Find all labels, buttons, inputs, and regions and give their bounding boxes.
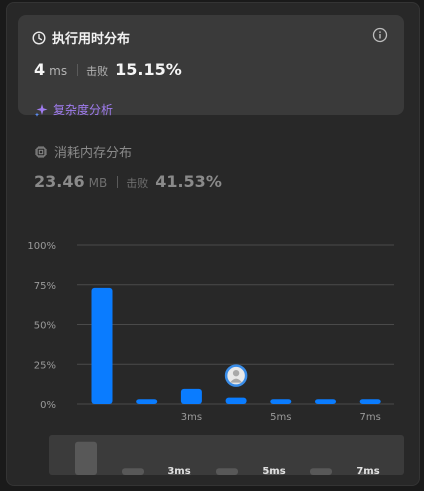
bar: [270, 399, 292, 404]
y-tick-label: 25%: [34, 360, 56, 371]
x-tick-label: 3ms: [181, 412, 202, 423]
y-tick-label: 0%: [40, 400, 56, 411]
bar: [136, 399, 158, 404]
bar: [225, 397, 247, 404]
bar: [180, 388, 202, 404]
user-avatar-icon[interactable]: [224, 364, 248, 387]
navigator-bar: [75, 441, 97, 475]
navigator-bar: [310, 468, 332, 475]
bar: [359, 399, 381, 404]
runtime-distribution-chart: 100% 75% 50% 25% 0% 3ms 5ms 7ms: [27, 241, 394, 423]
y-tick-label: 75%: [34, 281, 56, 292]
navigator-label: 5ms: [262, 466, 285, 475]
navigator-chart: 3ms 5ms 7ms: [75, 441, 380, 475]
navigator-bar: [122, 468, 144, 475]
chart-range-navigator[interactable]: 3ms 5ms 7ms: [49, 435, 404, 475]
bar: [91, 287, 113, 404]
x-tick-label: 5ms: [270, 412, 291, 423]
navigator-bar: [216, 468, 238, 475]
x-tick-label: 7ms: [360, 412, 381, 423]
y-tick-label: 100%: [27, 241, 56, 252]
bar: [315, 399, 336, 404]
navigator-label: 7ms: [356, 466, 379, 475]
navigator-label: 3ms: [167, 466, 190, 475]
y-tick-label: 50%: [34, 321, 56, 332]
